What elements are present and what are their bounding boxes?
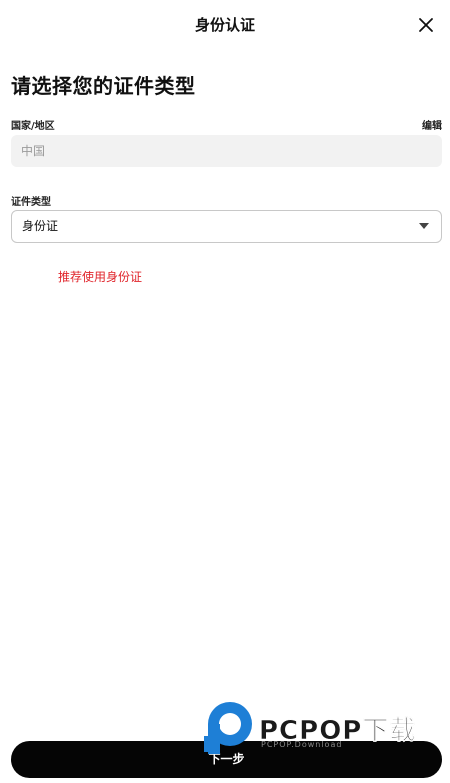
country-label: 国家/地区 bbox=[11, 121, 55, 132]
id-type-selected-value: 身份证 bbox=[22, 219, 59, 233]
identity-verification-page: 身份认证 请选择您的证件类型 国家/地区 编辑 中国 证件类型 身份证 推荐使用… bbox=[0, 0, 450, 783]
country-field: 中国 bbox=[11, 135, 442, 167]
country-value: 中国 bbox=[21, 144, 46, 158]
page-title: 身份认证 bbox=[194, 16, 255, 34]
recommendation-hint: 推荐使用身份证 bbox=[58, 270, 143, 284]
next-step-button[interactable]: 下一步 bbox=[11, 741, 442, 778]
header: 身份认证 bbox=[0, 0, 450, 50]
caret-down-icon bbox=[419, 223, 429, 229]
edit-country-link[interactable]: 编辑 bbox=[422, 117, 442, 132]
main-heading: 请选择您的证件类型 bbox=[11, 74, 196, 98]
id-type-select[interactable]: 身份证 bbox=[11, 210, 442, 243]
close-button[interactable] bbox=[414, 13, 438, 37]
id-type-label: 证件类型 bbox=[11, 197, 51, 208]
close-icon bbox=[419, 18, 433, 32]
